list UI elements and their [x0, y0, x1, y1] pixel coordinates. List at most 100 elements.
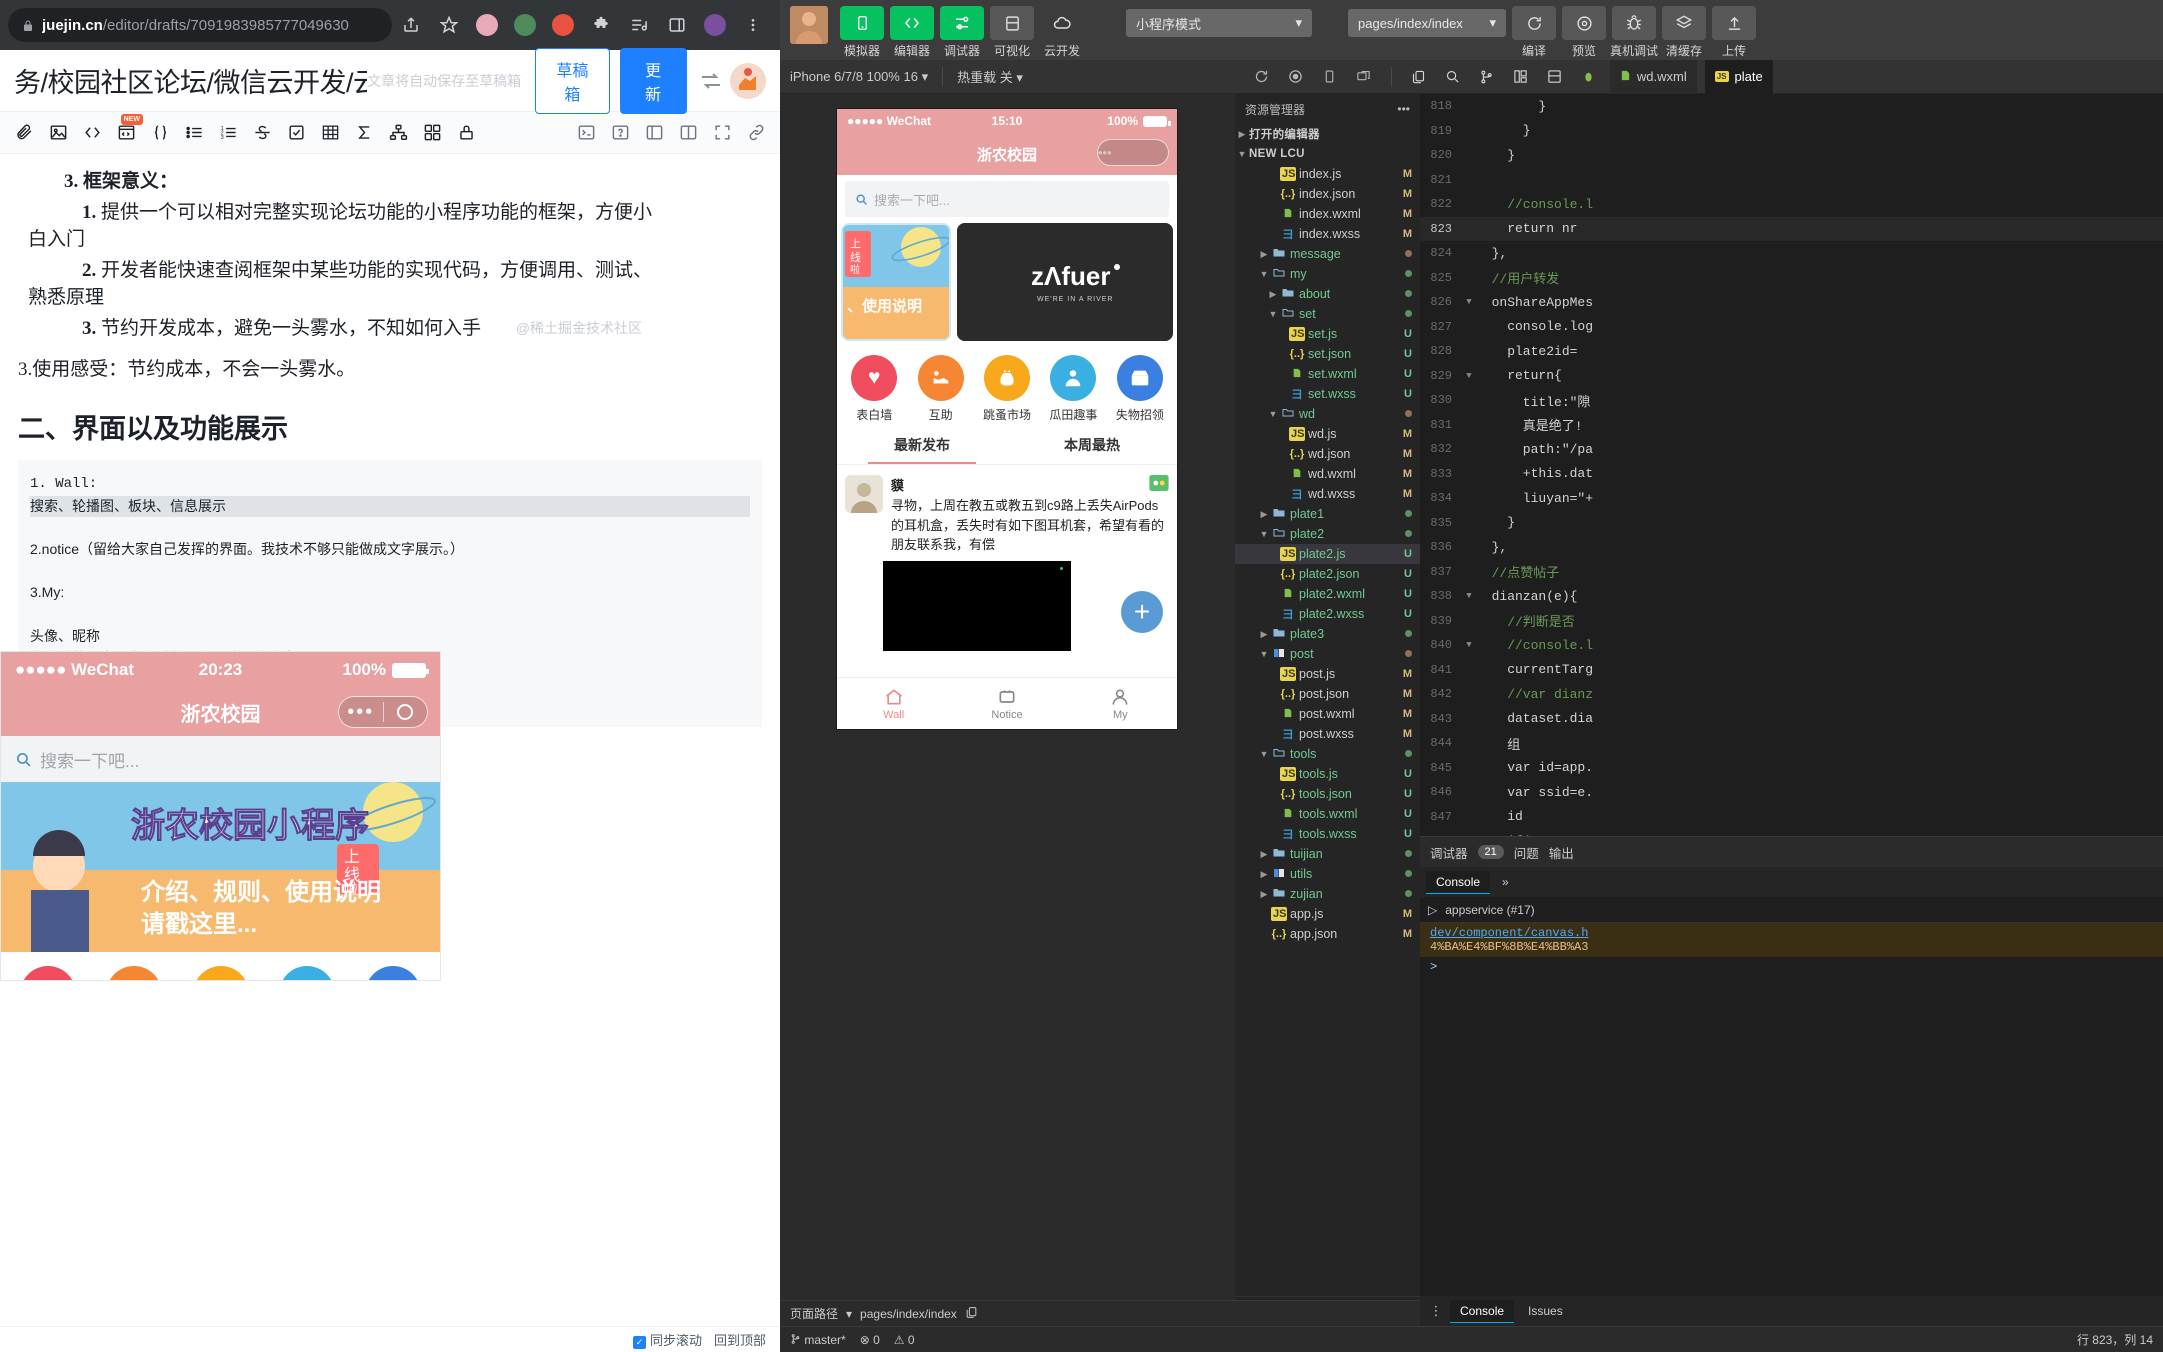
explorer-folder-row[interactable]: ▼ tools [1235, 744, 1420, 764]
grid-item-huzhu[interactable]: 互助 [907, 355, 973, 423]
code-inline-icon[interactable] [76, 118, 108, 148]
explorer-file-row[interactable]: {..} tools.json U [1235, 784, 1420, 804]
explorer-file-row[interactable]: 彐 tools.wxss U [1235, 824, 1420, 844]
tab-latest[interactable]: 最新发布 [837, 427, 1007, 464]
code-line[interactable]: 833 +this.dat [1420, 462, 2163, 487]
record-icon[interactable] [1283, 65, 1309, 89]
explorer-folder-row[interactable]: ▶ plate3 [1235, 624, 1420, 644]
explorer-file-row[interactable]: index.wxml M [1235, 204, 1420, 224]
extension-avatar-green[interactable] [512, 12, 538, 38]
share-icon[interactable] [398, 12, 424, 38]
code-line[interactable]: 841 currentTarg [1420, 658, 2163, 683]
sim-logo-card[interactable]: zΛfuer WE'RE IN A RIVER [957, 223, 1173, 341]
screenshot-banner[interactable]: 浙农校园小程序 上 线 啦 介绍、规则、使用说明 请戳这里... [1, 782, 440, 952]
back-to-top-button[interactable]: 回到顶部 [714, 1330, 766, 1349]
bullet-list-icon[interactable] [178, 118, 210, 148]
fold-toggle-icon[interactable]: ▼ [1462, 297, 1476, 307]
explorer-folder-row[interactable]: ▼ my [1235, 264, 1420, 284]
strikethrough-icon[interactable] [246, 118, 278, 148]
branch-icon[interactable] [1474, 65, 1500, 89]
layout-icon[interactable] [1508, 65, 1534, 89]
code-line[interactable]: 840 ▼ //console.l [1420, 633, 2163, 658]
explorer-folder-row[interactable]: ▼ wd [1235, 404, 1420, 424]
code-line[interactable]: 826 ▼ onShareAppMes [1420, 290, 2163, 315]
explorer-section-open-editors[interactable]: ▶ 打开的编辑器 [1235, 124, 1420, 144]
code-line[interactable]: 835 } [1420, 511, 2163, 536]
page-path-value[interactable]: pages/index/index [860, 1307, 957, 1321]
code-line[interactable]: 845 var id=app. [1420, 756, 2163, 781]
explorer-file-row[interactable]: tools.wxml U [1235, 804, 1420, 824]
bottom-tab-issues[interactable]: Issues [1518, 1300, 1573, 1322]
profile-icon[interactable] [702, 12, 728, 38]
editor-tab-plate2-js[interactable]: JS plate [1704, 59, 1773, 94]
grid-item-biaobaiqiang[interactable]: ♥ 表白墙 [841, 355, 907, 423]
wechat-capsule[interactable]: ••• [1097, 139, 1169, 166]
code-line[interactable]: 828 plate2id= [1420, 339, 2163, 364]
code-line[interactable]: 825 //用户转发 [1420, 266, 2163, 291]
chevron-right-icon[interactable]: ▷ [1428, 903, 1437, 917]
code-line[interactable]: 818 } [1420, 94, 2163, 119]
avatar[interactable] [730, 62, 766, 99]
puzzle-extension-icon[interactable] [588, 12, 614, 38]
explorer-folder-row[interactable]: ▶ about [1235, 284, 1420, 304]
warnings-indicator[interactable]: ⚠ 0 [894, 1333, 915, 1347]
editor-tab-wd-wxml[interactable]: wd.wxml [1609, 59, 1697, 94]
code-line[interactable]: 839 //判断是否 [1420, 609, 2163, 634]
formula-brace-icon[interactable] [144, 118, 176, 148]
helping-hands-icon[interactable]: ⚗ [106, 966, 163, 980]
sync-scroll-toggle[interactable]: ✓ 同步滚动 [632, 1330, 702, 1349]
tab-hottest[interactable]: 本周最热 [1007, 427, 1177, 464]
explorer-file-row[interactable]: 彐 plate2.wxss U [1235, 604, 1420, 624]
explorer-file-row[interactable]: plate2.wxml U [1235, 584, 1420, 604]
explorer-file-row[interactable]: 彐 wd.wxss M [1235, 484, 1420, 504]
fullscreen-icon[interactable] [706, 118, 738, 148]
table-icon[interactable] [314, 118, 346, 148]
publish-button[interactable]: 更新 [619, 47, 687, 114]
code-line[interactable]: 823 return nr [1420, 216, 2163, 241]
explorer-file-row[interactable]: JS set.js U [1235, 324, 1420, 344]
phone-simulator[interactable]: ●●●●● WeChat 15:10 100% 浙农校园 ••• 搜索一下吧..… [837, 109, 1177, 729]
checkbox-list-icon[interactable] [280, 118, 312, 148]
attachment-icon[interactable] [8, 118, 40, 148]
explorer-file-row[interactable]: wd.wxml M [1235, 464, 1420, 484]
code-line[interactable]: 846 var ssid=e. [1420, 780, 2163, 805]
sim-post[interactable]: 貘 寻物，上周在教五或教五到c9路上丢失AirPods的耳机盒，丢失时有如下图耳… [837, 465, 1177, 555]
draft-box-button[interactable]: 草稿箱 [535, 47, 610, 114]
code-line[interactable]: 837 //点赞帖子 [1420, 560, 2163, 585]
code-line[interactable]: 836 }, [1420, 535, 2163, 560]
article-content[interactable]: 3. 框架意义： 1. 提供一个可以相对完整实现论坛功能的小程序功能的框架，方便… [0, 154, 780, 727]
box-icon[interactable]: ✂ [364, 966, 421, 980]
chevron-right-icon[interactable]: ▶ [1257, 869, 1271, 880]
explorer-file-row[interactable]: JS wd.js M [1235, 424, 1420, 444]
wechat-capsule[interactable]: ••• [338, 696, 428, 728]
mode-select[interactable]: 小程序模式 ▾ [1126, 9, 1312, 37]
sim-search-bar[interactable]: 搜索一下吧... [845, 181, 1169, 217]
layout-icon[interactable] [638, 118, 670, 148]
embedded-screenshot[interactable]: ●●●●● WeChat 20:23 100% 浙农校园 ••• 搜索一下吧..… [0, 651, 441, 981]
post-image[interactable] [883, 560, 1071, 651]
code-editor[interactable]: 818 } 819 } 820 } 821 822 //console.l 823 ret… [1420, 94, 2163, 836]
address-bar[interactable]: juejin.cn/editor/drafts/7091983985777049… [8, 8, 392, 42]
lock-insert-icon[interactable] [450, 118, 482, 148]
device-icon[interactable] [1317, 65, 1343, 89]
chevron-down-icon[interactable]: ▼ [1257, 649, 1271, 659]
toolbar-button-clearcache[interactable]: 清缓存 [1662, 6, 1706, 58]
detach-icon[interactable] [1351, 65, 1377, 89]
toolbar-button-preview[interactable]: 预览 [1562, 6, 1606, 58]
tab-console[interactable]: Console [1426, 870, 1491, 894]
console-log-link[interactable]: dev/component/canvas.h [1430, 926, 2153, 940]
explorer-folder-row[interactable]: ▶ plate1 [1235, 504, 1420, 524]
chevron-right-icon[interactable]: ▶ [1257, 629, 1271, 640]
grid-item-tiaozao[interactable]: 跳蚤市场 [974, 355, 1040, 423]
screenshot-search-bar[interactable]: 搜索一下吧... [1, 736, 440, 782]
sim-banner-card[interactable]: 上 线 啦 、使用说明 [841, 223, 951, 341]
explorer-file-row[interactable]: 彐 post.wxss M [1235, 724, 1420, 744]
money-bag-icon[interactable]: 💰 [192, 966, 249, 980]
code-line[interactable]: 824 }, [1420, 241, 2163, 266]
page-select[interactable]: pages/index/index ▾ [1348, 9, 1506, 37]
code-line[interactable]: 831 真是绝了! [1420, 413, 2163, 438]
explorer-file-row[interactable]: {..} wd.json M [1235, 444, 1420, 464]
toolbar-button-upload[interactable]: 上传 [1712, 6, 1756, 58]
code-line[interactable]: 848▼ if(app.user [1420, 829, 2163, 836]
refresh-icon[interactable] [1249, 65, 1275, 89]
